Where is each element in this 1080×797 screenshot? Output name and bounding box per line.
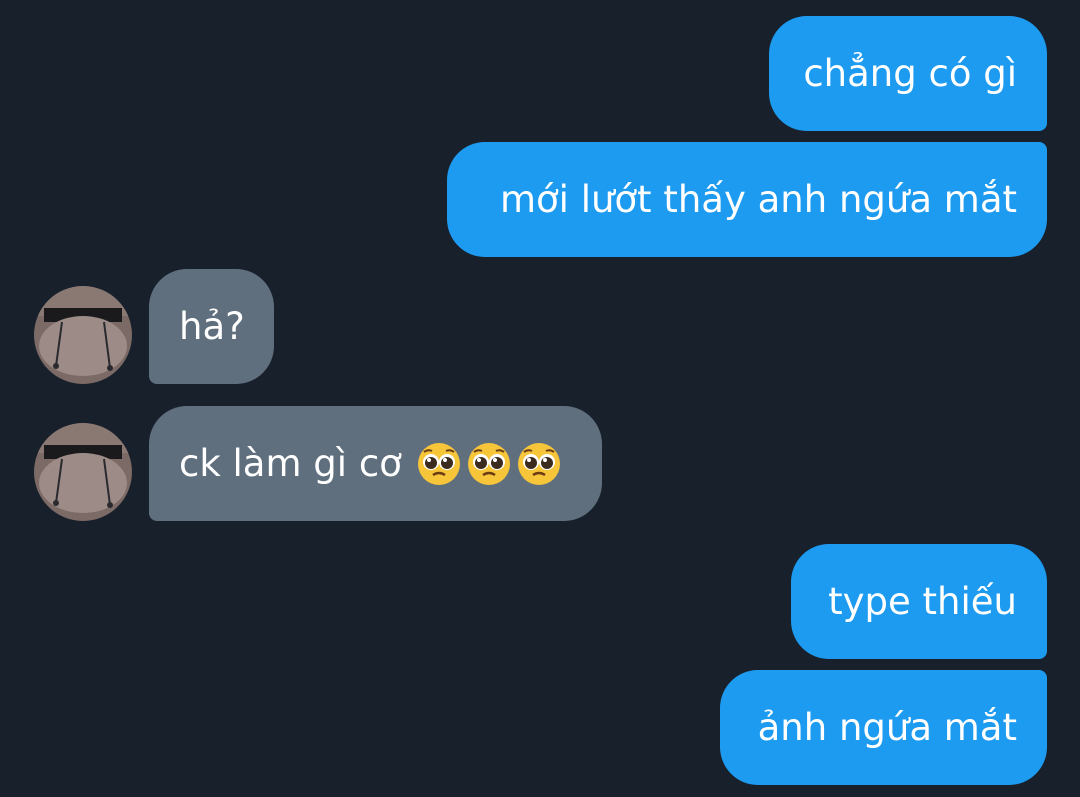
avatar-photo-icon: [34, 286, 132, 384]
chat-thread: chẳng có gì mới lướt thấy anh ngứa mắt h…: [0, 0, 1080, 797]
avatar-photo-icon: [34, 423, 132, 521]
pleading-face-icon: [416, 441, 462, 487]
message-text: chẳng có gì: [803, 52, 1017, 95]
message-text: ảnh ngứa mắt: [757, 706, 1017, 749]
message-bubble-outgoing[interactable]: type thiếu: [791, 544, 1047, 659]
contact-avatar[interactable]: [34, 423, 132, 521]
message-text: type thiếu: [828, 580, 1017, 623]
message-bubble-incoming[interactable]: ck làm gì cơ: [149, 406, 602, 521]
message-bubble-outgoing[interactable]: chẳng có gì: [769, 16, 1047, 131]
contact-avatar[interactable]: [34, 286, 132, 384]
pleading-face-icon: [516, 441, 562, 487]
pleading-face-icon: [466, 441, 512, 487]
message-text: hả?: [179, 305, 245, 348]
message-text: mới lướt thấy anh ngứa mắt: [499, 178, 1017, 221]
message-text: ck làm gì cơ: [179, 442, 402, 485]
message-bubble-incoming[interactable]: hả?: [149, 269, 274, 384]
message-bubble-outgoing[interactable]: ảnh ngứa mắt: [720, 670, 1047, 785]
message-bubble-outgoing[interactable]: mới lướt thấy anh ngứa mắt: [447, 142, 1047, 257]
